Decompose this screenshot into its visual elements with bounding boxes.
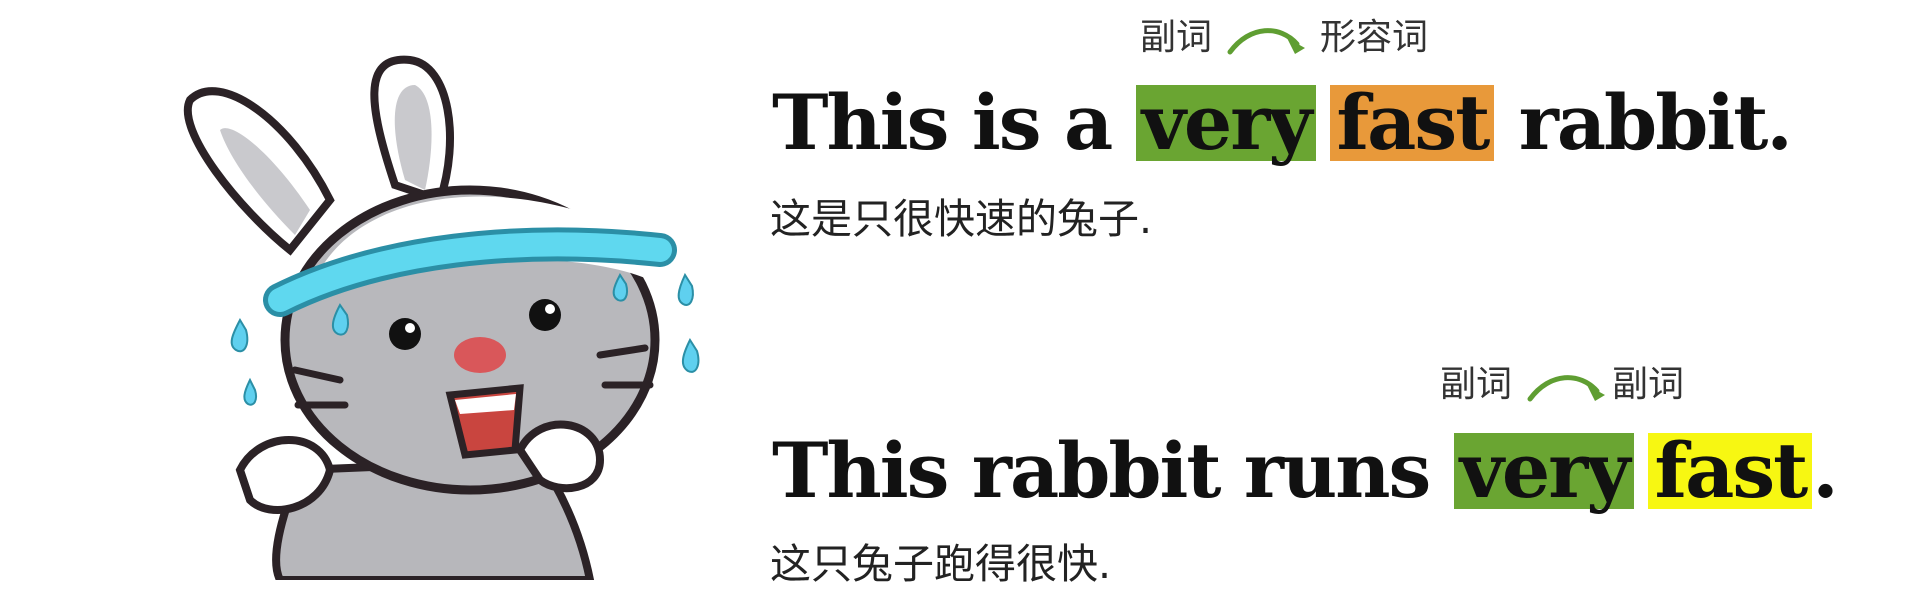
rabbit-illustration — [184, 55, 700, 580]
sentence-2-end: . — [1812, 426, 1839, 515]
label-adverb-2a: 副词 — [1440, 364, 1513, 405]
sentence-1: This is a very fast rabbit. — [772, 85, 1793, 161]
label-adverb-2b: 副词 — [1612, 364, 1685, 405]
highlight-adverb-fast: fast — [1648, 433, 1813, 509]
curved-arrow-icon — [1227, 28, 1305, 55]
sentence-2-start: This rabbit runs — [772, 426, 1454, 515]
highlight-adverb-very-2: very — [1453, 433, 1635, 509]
sentence-1-end: rabbit. — [1494, 78, 1793, 167]
highlight-adverb-very: very — [1135, 85, 1317, 161]
highlight-adjective-fast: fast — [1330, 85, 1495, 161]
label-adverb-1: 副词 — [1140, 17, 1213, 58]
curved-arrow-icon — [1527, 375, 1605, 402]
sentence-2: This rabbit runs very fast. — [772, 433, 1839, 509]
translation-1: 这是只很快速的兔子. — [770, 195, 1153, 243]
sentence-1-start: This is a — [772, 78, 1136, 167]
translation-2: 这只兔子跑得很快. — [770, 540, 1112, 588]
label-adjective: 形容词 — [1320, 17, 1429, 58]
